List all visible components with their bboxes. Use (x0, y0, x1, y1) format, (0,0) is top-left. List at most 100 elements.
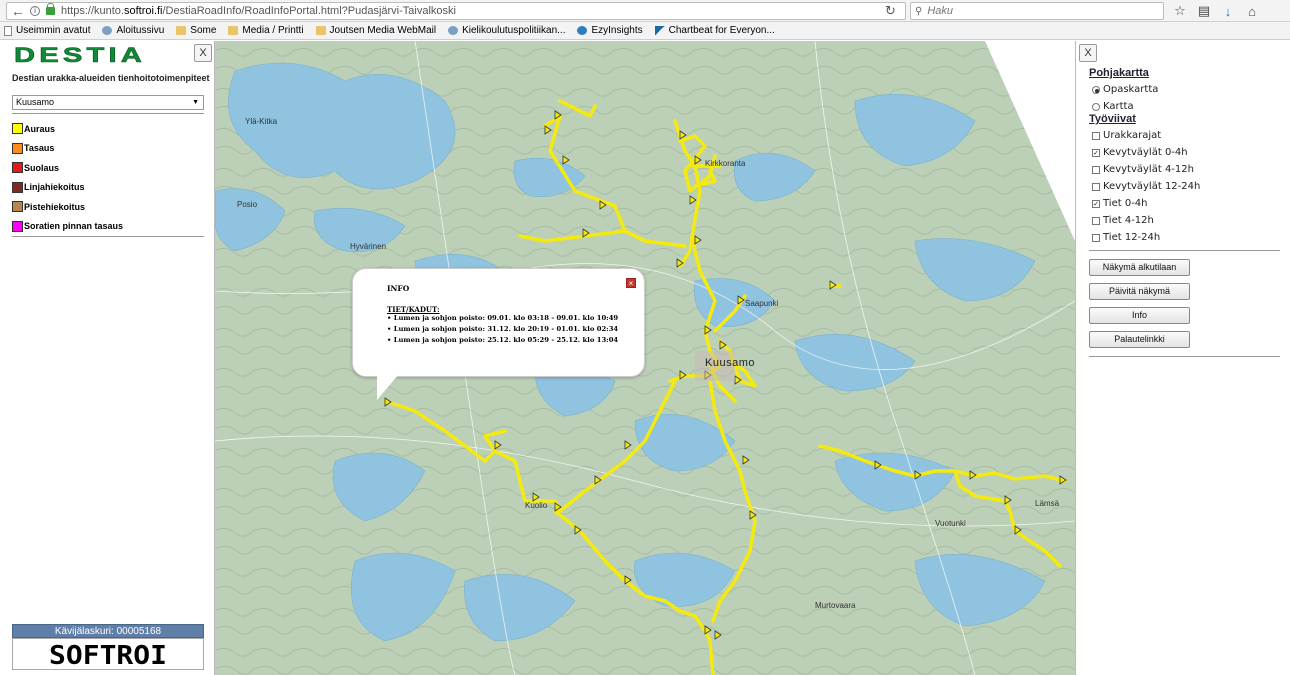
checkbox[interactable]: ✓ (1092, 148, 1100, 157)
menu-icon[interactable]: ☰ (1284, 0, 1290, 22)
place-label: Kuusamo (705, 357, 755, 369)
home-icon[interactable]: ⌂ (1240, 0, 1264, 22)
region-select[interactable]: Kuusamo ▼ (12, 95, 204, 110)
radio-label: Kartta (1103, 101, 1134, 112)
place-label: Lämsä (1035, 499, 1060, 508)
place-label: Posio (237, 200, 258, 209)
bookmark-item[interactable]: Media / Printti (228, 25, 304, 36)
workline-option[interactable]: Kevytväylät 4-12h (1092, 164, 1194, 175)
visitor-counter: Kävijälaskuri: 00005168 (12, 624, 204, 638)
workline-option[interactable]: Urakkarajat (1092, 130, 1161, 141)
bookmarks-bar: Useimmin avatut Aloitussivu Some Media / Pr… (0, 22, 1290, 40)
svg-text:SOFTROI: SOFTROI (49, 641, 167, 667)
download-icon[interactable]: ↓ (1216, 0, 1240, 22)
legend-swatch (12, 162, 23, 174)
popup-title: INFO (387, 284, 410, 293)
checkbox[interactable] (1092, 233, 1100, 242)
search-input[interactable] (925, 4, 1146, 18)
bookmark-icon (102, 26, 113, 35)
reading-list-icon[interactable]: ▤ (1192, 0, 1216, 22)
folder-icon (176, 26, 187, 35)
legend-item: Soratien pinnan tasaus (12, 217, 123, 237)
left-panel-close-button[interactable]: X (194, 44, 212, 62)
bookmark-item[interactable]: Chartbeat for Everyon... (654, 25, 775, 36)
bookmark-item[interactable]: Aloitussivu (102, 25, 164, 36)
legend-item: Tasaus (12, 139, 123, 159)
legend-item: Auraus (12, 119, 123, 139)
right-panel-close-button[interactable]: X (1079, 44, 1097, 62)
checkbox[interactable]: ✓ (1092, 199, 1100, 208)
workline-option[interactable]: Tiet 4-12h (1092, 215, 1154, 226)
checkbox[interactable] (1092, 131, 1100, 140)
legend-item: Pistehiekoitus (12, 197, 123, 217)
radio-button[interactable] (1092, 85, 1100, 94)
workline-option[interactable]: ✓ Kevytväylät 0-4h (1092, 147, 1188, 158)
legend-label: Soratien pinnan tasaus (24, 221, 124, 232)
back-arrow-icon[interactable]: ← (11, 3, 27, 19)
divider (1089, 250, 1280, 251)
page-info-icon[interactable]: i (30, 6, 40, 16)
place-label: Murtovaara (815, 601, 856, 610)
bookmark-label: Aloitussivu (116, 25, 165, 36)
bookmark-item[interactable]: EzyInsights (577, 25, 643, 36)
place-label: Ylä-Kitka (245, 117, 278, 126)
legend-label: Pistehiekoitus (24, 201, 86, 212)
popup-list-item: • Lumen ja sohjon poisto: 09.01. klo 03:… (387, 314, 619, 322)
star-bookmark-icon[interactable]: ☆ (1168, 0, 1192, 22)
chevron-down-icon: ▼ (192, 99, 199, 106)
bookmark-label: Kielikoulutuspolitiikan... (462, 25, 566, 36)
reset-view-button[interactable]: Näkymä alkutilaan (1089, 259, 1190, 276)
workline-option[interactable]: Tiet 12-24h (1092, 232, 1160, 243)
map-view[interactable]: Ylä-Kitka Posio Hyvärinen Kuusamo Kuolio Kirk… (215, 41, 1075, 675)
legend-swatch (12, 201, 23, 213)
legend-label: Auraus (24, 123, 56, 134)
checkbox[interactable] (1092, 182, 1100, 191)
refresh-view-button[interactable]: Päivitä näkymä (1089, 283, 1190, 300)
right-panel: X Pohjakartta Opaskartta Kartta Työviivat… (1075, 41, 1290, 675)
bookmark-item[interactable]: Joutsen Media WebMail (315, 25, 436, 36)
bookmark-item[interactable]: Useimmin avatut (4, 25, 90, 36)
basemap-heading: Pohjakartta (1089, 67, 1149, 79)
checkbox-label: Urakkarajat (1103, 130, 1162, 141)
left-panel: DESTIA X Destian urakka-alueiden tienhoi… (0, 41, 215, 675)
bookmark-item[interactable]: Kielikoulutuspolitiikan... (448, 25, 565, 36)
radio-label: Opaskartta (1103, 84, 1159, 95)
workline-option[interactable]: Kevytväylät 12-24h (1092, 181, 1200, 192)
feedback-link-button[interactable]: Palautelinkki (1089, 331, 1190, 348)
basemap-option[interactable]: Opaskartta (1092, 84, 1158, 95)
search-box[interactable]: ⚲ (910, 2, 1164, 20)
bookmark-label: Some (190, 25, 217, 36)
place-label: Kuolio (525, 501, 548, 510)
bookmark-label: Useimmin avatut (16, 25, 91, 36)
divider (12, 236, 204, 237)
url-text[interactable]: https://kunto.softroi.fi/DestiaRoadInfo/… (61, 5, 456, 17)
legend-label: Tasaus (24, 143, 55, 154)
popup-close-button[interactable]: × (626, 278, 636, 288)
legend-swatch (12, 181, 23, 193)
checkbox-label: Tiet 12-24h (1103, 232, 1161, 243)
bookmark-item[interactable]: Some (176, 25, 216, 36)
checkbox[interactable] (1092, 165, 1100, 174)
address-bar[interactable]: ← i https://kunto.softroi.fi/DestiaRoadI… (6, 2, 906, 20)
page-icon (4, 25, 12, 36)
legend-swatch (12, 220, 23, 232)
browser-toolbar: ← i https://kunto.softroi.fi/DestiaRoadI… (0, 0, 1290, 22)
softroi-logo: SOFTROI (12, 638, 204, 670)
svg-text:DESTIA: DESTIA (14, 44, 146, 66)
checkbox-label: Tiet 4-12h (1103, 215, 1154, 226)
legend-item: Linjahiekoitus (12, 178, 123, 198)
popup-list-item: • Lumen ja sohjon poisto: 25.12. klo 05:… (387, 336, 619, 344)
basemap-option[interactable]: Kartta (1092, 101, 1134, 112)
map-canvas[interactable] (215, 41, 1075, 675)
legend-label: Suolaus (24, 162, 60, 173)
popup-list-item: • Lumen ja sohjon poisto: 31.12. klo 20:… (387, 325, 619, 333)
bookmark-label: EzyInsights (591, 25, 643, 36)
checkbox-label: Kevytväylät 4-12h (1103, 164, 1194, 175)
info-button[interactable]: Info (1089, 307, 1190, 324)
info-popup: INFO × TIET/KADUT: • Lumen ja sohjon poi… (352, 268, 645, 377)
place-label: Vuotunki (935, 519, 966, 528)
workline-option[interactable]: ✓ Tiet 0-4h (1092, 198, 1148, 209)
reload-icon[interactable]: ↻ (885, 3, 896, 19)
radio-button[interactable] (1092, 102, 1100, 111)
checkbox[interactable] (1092, 216, 1100, 225)
